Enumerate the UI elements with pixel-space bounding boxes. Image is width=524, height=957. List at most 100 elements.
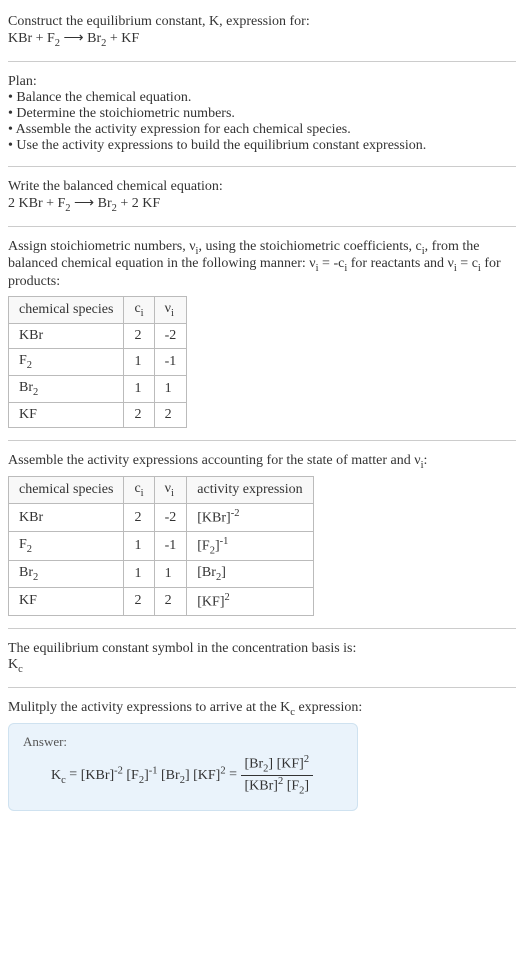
col-header: νi: [154, 477, 187, 504]
sup: -1: [149, 765, 158, 776]
text: [Br: [158, 768, 180, 783]
cell: -1: [154, 531, 187, 560]
balanced-equation: 2 KBr + F2 ⟶ Br2 + 2 KF: [8, 195, 516, 214]
prompt-equation: KBr + F2 ⟶ Br2 + KF: [8, 30, 516, 49]
eq-text: Br: [87, 31, 101, 46]
text: [Br: [245, 757, 264, 772]
table-row: KBr 2 -2 [KBr]-2: [9, 504, 314, 532]
text: ]: [221, 565, 226, 580]
col-header: activity expression: [187, 477, 313, 504]
stoich-table-1: chemical species ci νi KBr 2 -2 F2 1 -1 …: [8, 296, 187, 427]
table-header-row: chemical species ci νi: [9, 297, 187, 324]
table-row: F2 1 -1 [F2]-1: [9, 531, 314, 560]
sub: i: [171, 308, 174, 319]
table-header-row: chemical species ci νi activity expressi…: [9, 477, 314, 504]
sub: i: [141, 488, 144, 499]
text: [F: [123, 768, 139, 783]
text: Mulitply the activity expressions to arr…: [8, 700, 290, 715]
text: Br: [19, 380, 33, 395]
cell: KF: [9, 588, 124, 616]
col-header: chemical species: [9, 477, 124, 504]
separator: [8, 61, 516, 62]
text: for reactants and ν: [347, 256, 454, 271]
cell: 1: [124, 531, 154, 560]
sup: -2: [114, 765, 123, 776]
eq-text: + KF: [106, 31, 139, 46]
assign-text: Assign stoichiometric numbers, νi, using…: [8, 239, 516, 291]
text: = -c: [319, 256, 345, 271]
cell: 2: [124, 588, 154, 616]
cell: [Br2]: [187, 561, 313, 588]
multiply-text: Mulitply the activity expressions to arr…: [8, 700, 516, 718]
sup: 2: [304, 754, 309, 765]
cell: 1: [154, 375, 187, 402]
text: F: [19, 353, 27, 368]
sup: 2: [225, 592, 230, 603]
cell: KBr: [9, 504, 124, 532]
eq-text: + 2 KF: [117, 196, 160, 211]
plan-bullet: • Determine the stoichiometric numbers.: [8, 106, 516, 122]
text: ] [KF]: [268, 757, 303, 772]
prompt-line1: Construct the equilibrium constant, K, e…: [8, 14, 516, 30]
cell: 2: [154, 588, 187, 616]
balanced-heading: Write the balanced chemical equation:: [8, 179, 516, 195]
cell: KBr: [9, 323, 124, 348]
table-row: F2 1 -1: [9, 348, 187, 375]
col-header: νi: [154, 297, 187, 324]
text: :: [424, 453, 428, 468]
symbol-line1: The equilibrium constant symbol in the c…: [8, 641, 516, 657]
cell: 1: [124, 375, 154, 402]
text: K: [51, 768, 61, 783]
text: K: [8, 657, 18, 672]
plan-heading: Plan:: [8, 74, 516, 90]
cell: 1: [124, 561, 154, 588]
cell: Br2: [9, 561, 124, 588]
multiply-section: Mulitply the activity expressions to arr…: [8, 694, 516, 818]
equals: =: [226, 768, 241, 783]
fraction-denominator: [KBr]2 [F2]: [241, 776, 314, 796]
plan-section: Plan: • Balance the chemical equation. •…: [8, 68, 516, 160]
separator: [8, 166, 516, 167]
separator: [8, 440, 516, 441]
text: F: [19, 537, 27, 552]
sub: c: [18, 664, 23, 675]
text: [KF]: [197, 595, 224, 610]
balanced-section: Write the balanced chemical equation: 2 …: [8, 173, 516, 220]
eq-text: 2 KBr + F: [8, 196, 65, 211]
sup: -1: [220, 536, 229, 547]
col-header: ci: [124, 477, 154, 504]
plan-bullet: • Balance the chemical equation.: [8, 90, 516, 106]
text: ]: [304, 778, 309, 793]
text: Assemble the activity expressions accoun…: [8, 453, 421, 468]
cell: F2: [9, 531, 124, 560]
cell: 2: [154, 402, 187, 427]
sub: 2: [27, 360, 32, 371]
text: [KBr]: [81, 768, 114, 783]
term: [F2]-1: [123, 768, 158, 783]
col-header: chemical species: [9, 297, 124, 324]
equals: =: [66, 768, 81, 783]
sub: i: [171, 488, 174, 499]
cell: F2: [9, 348, 124, 375]
cell: 2: [124, 504, 154, 532]
term: [KBr]-2: [81, 768, 123, 783]
cell: [KBr]-2: [187, 504, 313, 532]
sub: 2: [33, 572, 38, 583]
cell: -2: [154, 323, 187, 348]
eq-arrow: ⟶: [71, 196, 98, 211]
text: Assign stoichiometric numbers, ν: [8, 239, 196, 254]
cell: 2: [124, 323, 154, 348]
eq-text: KBr + F: [8, 31, 55, 46]
cell: [KF]2: [187, 588, 313, 616]
text: expression:: [295, 700, 362, 715]
text: Br: [19, 565, 33, 580]
cell: 1: [154, 561, 187, 588]
term: [KF]2: [190, 768, 226, 783]
fraction-numerator: [Br2] [KF]2: [241, 754, 314, 775]
table-row: Br2 1 1 [Br2]: [9, 561, 314, 588]
text: , using the stoichiometric coefficients,…: [198, 239, 421, 254]
cell: -1: [154, 348, 187, 375]
sub: 2: [27, 544, 32, 555]
text: [F: [283, 778, 299, 793]
kc-symbol: Kc: [8, 657, 516, 675]
